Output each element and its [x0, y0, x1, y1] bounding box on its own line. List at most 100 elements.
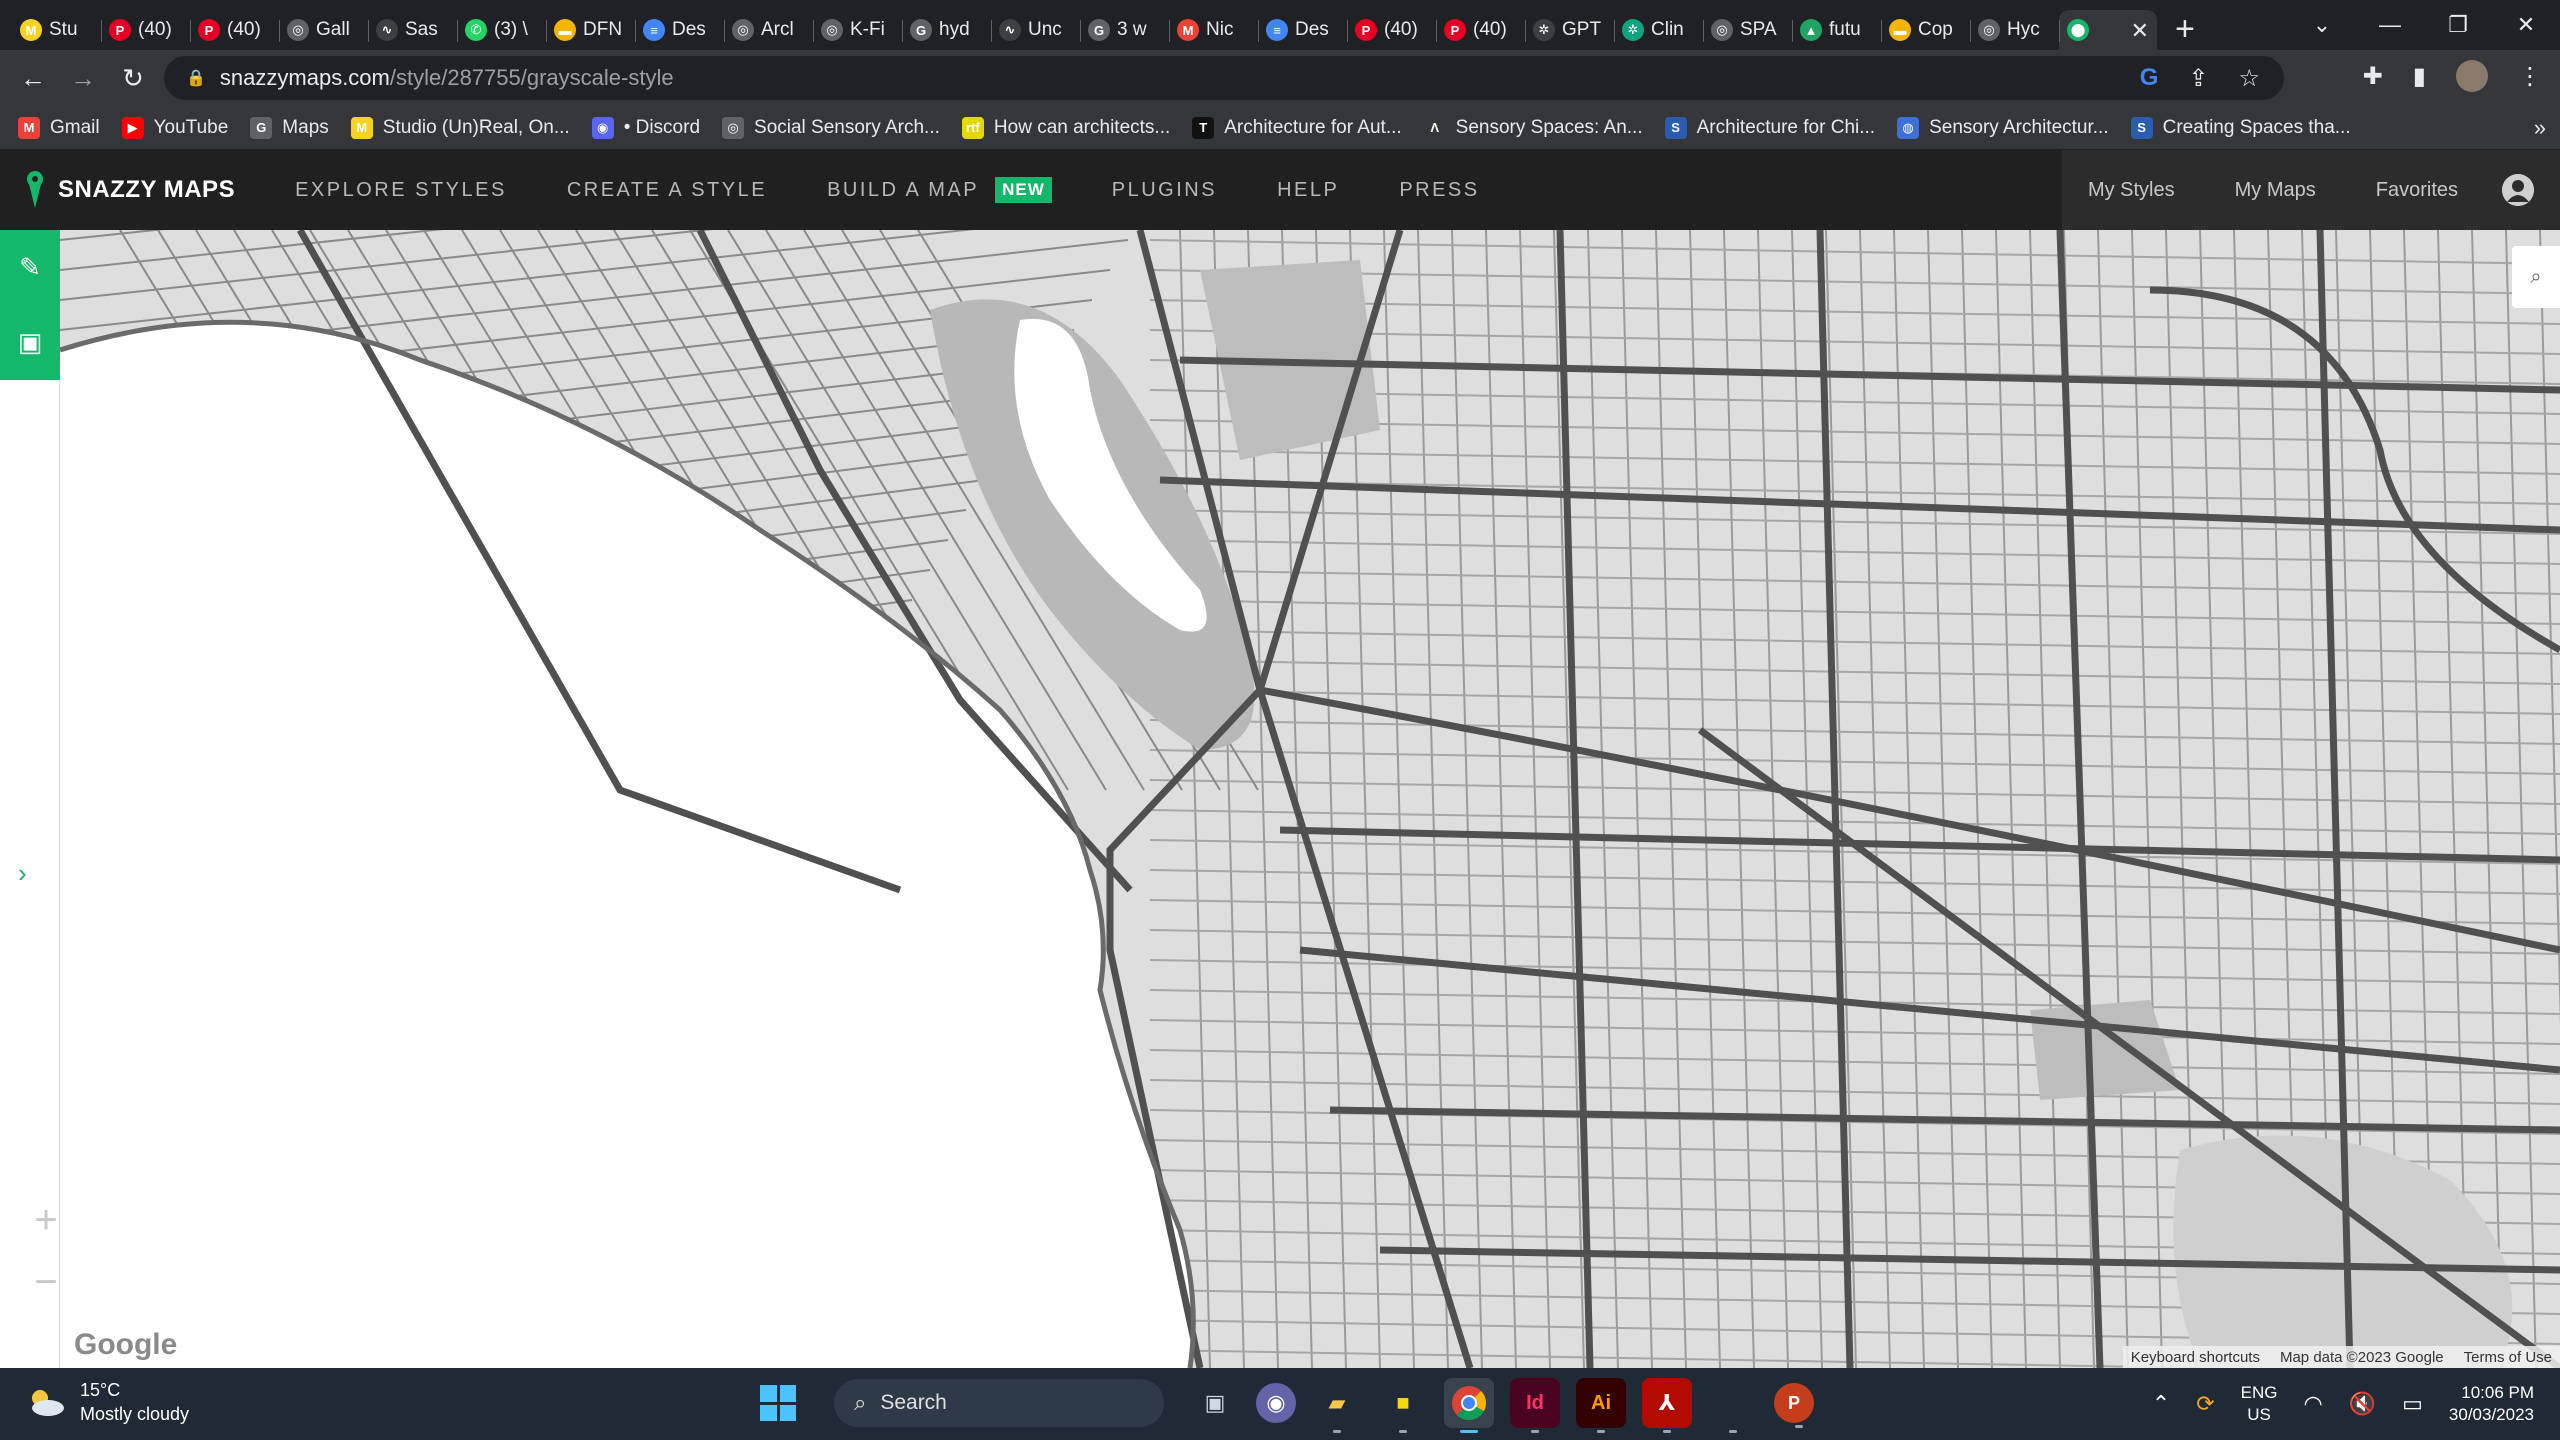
browser-tab[interactable]: ◎ SPA	[1703, 10, 1792, 50]
new-tab-button[interactable]: +	[2175, 10, 2195, 49]
close-tab-icon[interactable]: ✕	[2131, 18, 2149, 44]
browser-tab[interactable]: M Stu	[12, 10, 101, 50]
sync-icon[interactable]: ⟳	[2196, 1391, 2214, 1417]
browser-tab[interactable]: M Nic	[1169, 10, 1258, 50]
reload-button[interactable]: ↻	[108, 63, 158, 94]
browser-tab[interactable]: ✲ Clin	[1614, 10, 1703, 50]
more-bookmarks-icon[interactable]: »	[2534, 115, 2546, 141]
unknown-app-icon[interactable]	[1708, 1378, 1758, 1433]
t-icon: T	[1192, 116, 1215, 139]
nav-favorites[interactable]: Favorites	[2376, 179, 2458, 202]
browser-tab[interactable]: P (40)	[101, 10, 190, 50]
bookmark-item[interactable]: S Architecture for Chi...	[1664, 116, 1875, 139]
google-lens-icon[interactable]: G	[2140, 64, 2159, 93]
map-search-icon[interactable]: ⌕	[2512, 246, 2560, 308]
terms-of-use-link[interactable]: Terms of Use	[2464, 1349, 2552, 1366]
taskbar-search-box[interactable]: ⌕ Search	[834, 1379, 1164, 1427]
battery-icon[interactable]: ▭	[2402, 1391, 2423, 1417]
nav-my-styles[interactable]: My Styles	[2088, 179, 2175, 202]
browser-tab[interactable]: ◎ Gall	[279, 10, 368, 50]
bookmark-item[interactable]: ◎ Social Sensory Arch...	[722, 116, 940, 139]
nav-create-a-style[interactable]: CREATE A STYLE	[567, 177, 767, 203]
task-view-icon[interactable]: ▣	[1190, 1378, 1240, 1428]
bookmark-item[interactable]: G Maps	[250, 116, 329, 139]
bookmark-item[interactable]: T Architecture for Aut...	[1192, 116, 1402, 139]
bookmark-item[interactable]: ◍ Sensory Architectur...	[1897, 116, 2109, 139]
bookmark-item[interactable]: M Studio (Un)Real, On...	[350, 116, 570, 139]
browser-tab[interactable]: ⬤ ✕	[2059, 10, 2157, 50]
bookmark-item[interactable]: ▶ YouTube	[121, 116, 228, 139]
miro-icon: M	[20, 19, 42, 41]
browser-tab[interactable]: ▬ Cop	[1881, 10, 1970, 50]
tab-title: GPT	[1562, 19, 1602, 40]
browser-tab[interactable]: ▲ futu	[1792, 10, 1881, 50]
share-icon[interactable]: ⇪	[2188, 64, 2208, 93]
browser-tab[interactable]: ∿ Sas	[368, 10, 457, 50]
acrobat-icon[interactable]: ⅄	[1642, 1378, 1692, 1433]
browser-tab[interactable]: ◎ Arcl	[724, 10, 813, 50]
sticky-notes-icon[interactable]: ■	[1378, 1378, 1428, 1433]
zoom-in-button[interactable]: +	[22, 1198, 70, 1260]
browser-tab[interactable]: ≡ Des	[635, 10, 724, 50]
browser-tab[interactable]: P (40)	[190, 10, 279, 50]
nav-plugins[interactable]: PLUGINS	[1112, 177, 1217, 203]
nav-label: HELP	[1277, 178, 1340, 201]
nav-build-a-map[interactable]: BUILD A MAP NEW	[827, 177, 1052, 203]
clock[interactable]: 10:06 PM 30/03/2023	[2449, 1382, 2534, 1426]
browser-tab[interactable]: ≡ Des	[1258, 10, 1347, 50]
browser-tab[interactable]: ✆ (3) \	[457, 10, 546, 50]
indesign-icon[interactable]: Id	[1510, 1378, 1560, 1433]
illustrator-icon[interactable]: Ai	[1576, 1378, 1626, 1433]
browser-tab[interactable]: ✲ GPT	[1525, 10, 1614, 50]
side-panel-icon[interactable]: ▮	[2413, 62, 2426, 91]
back-button[interactable]: ←	[8, 63, 58, 94]
expand-panel-chevron-icon[interactable]: ›	[18, 858, 27, 889]
browser-tab[interactable]: Ghyd	[902, 10, 991, 50]
user-account-icon[interactable]	[2502, 174, 2534, 206]
taskbar-search-label: Search	[880, 1391, 947, 1414]
browser-tab[interactable]: P (40)	[1347, 10, 1436, 50]
windows-start-icon[interactable]	[760, 1385, 796, 1421]
nav-explore-styles[interactable]: EXPLORE STYLES	[295, 177, 507, 203]
browser-tab[interactable]: G 3 w	[1080, 10, 1169, 50]
site-logo[interactable]: SNAZZY MAPS	[26, 170, 235, 210]
browser-tab[interactable]: ▬ DFN	[546, 10, 635, 50]
profile-avatar[interactable]	[2456, 60, 2488, 92]
weather-widget[interactable]: 15°C Mostly cloudy	[26, 1378, 189, 1426]
bookmark-item[interactable]: Λ Sensory Spaces: An...	[1423, 116, 1643, 139]
bookmark-star-icon[interactable]: ☆	[2238, 64, 2260, 93]
zoom-out-button[interactable]: −	[22, 1260, 70, 1322]
map-canvas[interactable]: ✎ ▣ › + − ⌕ Google Keyboard shortcuts Ma…	[0, 230, 2560, 1368]
bookmark-item[interactable]: S Creating Spaces tha...	[2130, 116, 2351, 139]
address-bar[interactable]: 🔒 snazzymaps.com /style/287755/grayscale…	[164, 56, 2284, 100]
forward-button[interactable]: →	[58, 63, 108, 94]
bookmark-item[interactable]: ◉ • Discord	[591, 116, 700, 139]
nav-help[interactable]: HELP	[1277, 177, 1339, 203]
tab-search-icon[interactable]: ⌄	[2288, 12, 2356, 38]
chrome-icon[interactable]	[1444, 1378, 1494, 1433]
browser-tab[interactable]: P (40)	[1436, 10, 1525, 50]
restore-button[interactable]: ❐	[2424, 12, 2492, 38]
browser-tab[interactable]: ◎ Hyc	[1970, 10, 2059, 50]
file-explorer-icon[interactable]: ▰	[1312, 1378, 1362, 1433]
paintbrush-icon[interactable]: ✎	[0, 230, 60, 305]
language-indicator[interactable]: ENG US	[2241, 1382, 2278, 1426]
pinterest-icon: P	[1444, 19, 1466, 41]
close-window-button[interactable]: ✕	[2492, 12, 2560, 38]
volume-muted-icon[interactable]: 🔇	[2349, 1391, 2376, 1417]
bookmark-item[interactable]: rtf How can architects...	[961, 116, 1170, 139]
bookmark-item[interactable]: M Gmail	[18, 116, 100, 139]
nav-press[interactable]: PRESS	[1399, 177, 1479, 203]
chrome-menu-icon[interactable]: ⋮	[2518, 62, 2542, 91]
extensions-icon[interactable]: ✚	[2363, 62, 2383, 91]
wifi-icon[interactable]: ◠	[2304, 1391, 2323, 1417]
minimize-button[interactable]: —	[2356, 12, 2424, 38]
chevron-up-icon[interactable]: ⌃	[2152, 1391, 2170, 1417]
keyboard-shortcuts-link[interactable]: Keyboard shortcuts	[2131, 1349, 2260, 1366]
powerpoint-icon[interactable]: P	[1774, 1383, 1814, 1428]
image-icon[interactable]: ▣	[0, 305, 60, 380]
teams-chat-icon[interactable]: ◉	[1256, 1383, 1296, 1423]
nav-my-maps[interactable]: My Maps	[2235, 179, 2316, 202]
browser-tab[interactable]: ◎ K-Fi	[813, 10, 902, 50]
browser-tab[interactable]: ∿ Unc	[991, 10, 1080, 50]
